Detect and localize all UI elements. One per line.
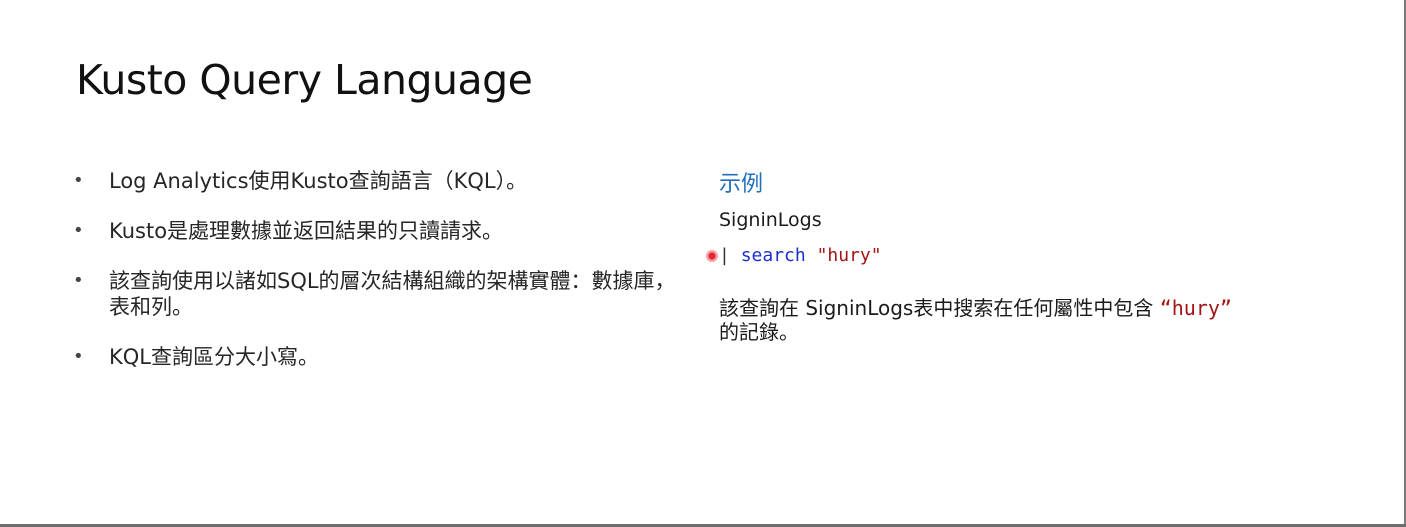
- bullet-item: • Kusto是處理數據並返回結果的只讀請求。: [70, 218, 680, 244]
- query-keyword: search: [740, 245, 806, 266]
- example-description: 該查詢在 SigninLogs表中搜索在任何屬性中包含 “hury” 的記錄。: [719, 296, 1339, 344]
- bullet-text: Kusto是處理數據並返回結果的只讀請求。: [109, 219, 504, 243]
- bullet-text: Log Analytics使用Kusto查詢語言（KQL）。: [109, 169, 528, 193]
- table-name: SigninLogs: [719, 209, 822, 231]
- description-text: 該查詢在 SigninLogs表中搜索在任何屬性中包含: [719, 296, 1160, 320]
- bullet-icon: •: [73, 220, 84, 241]
- bullet-icon: •: [73, 170, 84, 191]
- query-pipe: |: [719, 245, 730, 266]
- query-line: | search "hury": [706, 244, 1359, 268]
- slide: Kusto Query Language • Log Analytics使用Ku…: [0, 0, 1406, 527]
- description-text-end: 的記錄。: [719, 320, 799, 344]
- description-quoted: “hury”: [1159, 296, 1232, 320]
- slide-title: Kusto Query Language: [76, 56, 533, 104]
- example-heading: 示例: [719, 172, 764, 197]
- bullet-item: • 該查詢使用以諸如SQL的層次結構組織的架構實體：數據庫，表和列。: [70, 268, 680, 320]
- bullet-list: • Log Analytics使用Kusto查詢語言（KQL）。 • Kusto…: [70, 168, 680, 394]
- example-panel: 示例 SigninLogs | search "hury" 該查詢在 Signi…: [706, 170, 1359, 344]
- bullet-icon: •: [73, 346, 84, 367]
- bullet-icon: •: [73, 270, 84, 291]
- bullet-text: 該查詢使用以諸如SQL的層次結構組織的架構實體：數據庫，表和列。: [109, 269, 676, 319]
- bullet-item: • Log Analytics使用Kusto查詢語言（KQL）。: [70, 168, 680, 194]
- bullet-text: KQL查詢區分大小寫。: [109, 345, 319, 369]
- query-string: "hury": [816, 245, 882, 266]
- cursor-marker-icon: [706, 250, 718, 262]
- bullet-item: • KQL查詢區分大小寫。: [70, 344, 680, 370]
